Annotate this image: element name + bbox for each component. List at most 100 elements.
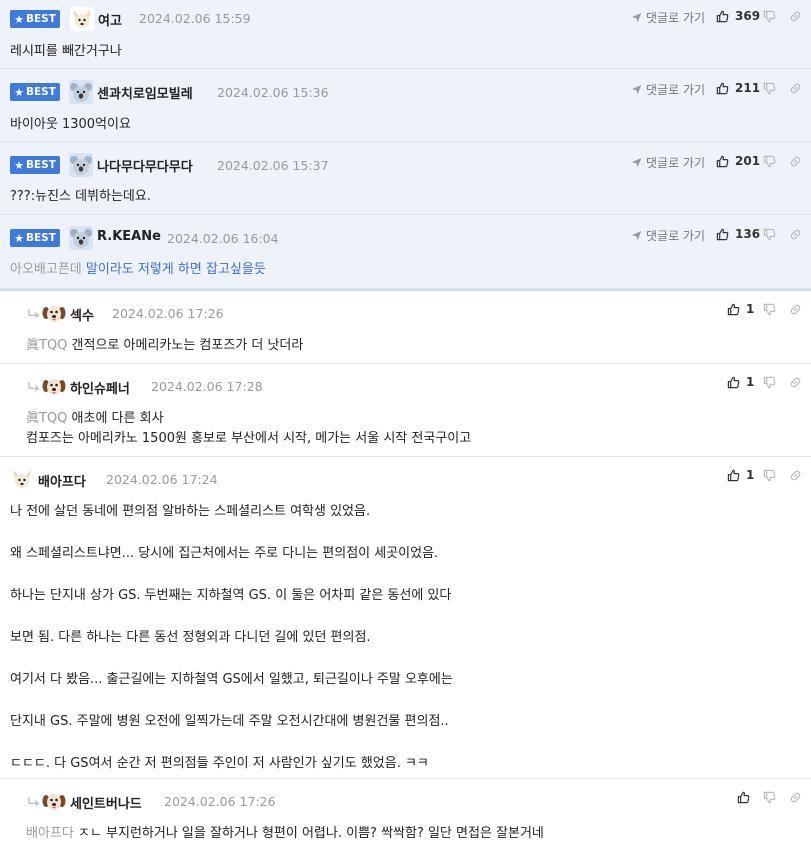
comment-author[interactable]: 하인슈페너 xyxy=(70,378,130,397)
link-icon[interactable] xyxy=(789,376,802,389)
comment-date: 2024.02.06 15:37 xyxy=(217,158,329,173)
send-icon xyxy=(631,157,642,168)
avatar[interactable] xyxy=(69,153,93,177)
comment-date: 2024.02.06 17:26 xyxy=(112,306,224,321)
link-icon[interactable] xyxy=(789,10,802,23)
link-icon[interactable] xyxy=(789,82,802,95)
comment-text: 아오배고픈데 말이라도 저렇게 하면 잡고싶을듯 xyxy=(10,262,266,277)
like-button[interactable]: 369 xyxy=(716,9,760,23)
comment-author[interactable]: R.KEANe xyxy=(97,229,161,244)
comment-author[interactable]: 여고 xyxy=(98,10,122,29)
star-icon: ★ xyxy=(14,12,24,26)
thumbs-up-icon xyxy=(716,10,729,23)
comment-text: 眞TQQ 갠적으로 아메리카노는 컴포즈가 더 낫더라 xyxy=(26,338,304,353)
best-comment-2: ★ BEST 센과치로임모빌레 2024.02.06 15:36 댓글로 가기 2… xyxy=(0,69,811,142)
comment-date: 2024.02.06 17:26 xyxy=(164,794,276,809)
link-icon[interactable] xyxy=(789,155,802,168)
avatar[interactable] xyxy=(70,7,94,31)
reply-comment: 세인트버나드 2024.02.06 17:26 배아프다 ㅈㄴ 부지런하거나 일… xyxy=(0,779,811,853)
comment-text-line: ㄷㄷㄷ. 다 GS여서 순간 저 편의점들 주인이 저 사람인가 싶기도 했었음… xyxy=(10,756,429,771)
comment-text-line: 보면 됨. 다른 하나는 다른 동선 정형외과 다니던 길에 있던 편의점. xyxy=(10,630,371,645)
avatar[interactable] xyxy=(10,467,34,491)
goto-comment-link[interactable]: 댓글로 가기 xyxy=(631,81,705,98)
reply-arrow-icon xyxy=(27,381,40,392)
best-comment-1: ★ BEST 여고 2024.02.06 15:59 댓글로 가기 369 레시피… xyxy=(0,0,811,69)
comment-text-line: 하나는 단지내 상가 GS. 두번째는 지하철역 GS. 이 둘은 어차피 같은… xyxy=(10,588,452,603)
comment-text: ???:뉴진스 데뷔하는데요. xyxy=(10,189,151,204)
thumbs-up-icon xyxy=(716,155,729,168)
comment-text-line: 여기서 다 봤음... 출근길에는 지하철역 GS에서 일했고, 퇴근길이나 주… xyxy=(10,672,453,687)
thumbs-down-icon[interactable] xyxy=(763,155,776,168)
reply-comment: 하인슈페너 2024.02.06 17:28 1 眞TQQ 애초에 다른 회사 … xyxy=(0,364,811,457)
link-icon[interactable] xyxy=(789,228,802,241)
thumbs-down-icon[interactable] xyxy=(763,376,776,389)
thumbs-up-icon xyxy=(716,82,729,95)
thumbs-down-icon[interactable] xyxy=(763,228,776,241)
comment-author[interactable]: 나다무다무다무다 xyxy=(97,156,193,175)
goto-comment-link[interactable]: 댓글로 가기 xyxy=(631,9,705,26)
thumbs-down-icon[interactable] xyxy=(763,10,776,23)
goto-comment-link[interactable]: 댓글로 가기 xyxy=(631,227,705,244)
send-icon xyxy=(631,230,642,241)
reply-arrow-icon xyxy=(27,308,40,319)
avatar[interactable] xyxy=(42,374,66,398)
reply-target[interactable]: 眞TQQ xyxy=(26,338,67,353)
thumbs-down-icon[interactable] xyxy=(763,469,776,482)
best-comment-4: ★ BEST R.KEANe 2024.02.06 16:04 댓글로 가기 13… xyxy=(0,215,811,289)
like-button[interactable]: 136 xyxy=(716,227,760,241)
reply-arrow-icon xyxy=(27,796,40,807)
comment-date: 2024.02.06 15:36 xyxy=(217,85,329,100)
like-button[interactable]: 201 xyxy=(716,154,760,168)
send-icon xyxy=(631,12,642,23)
comment-author[interactable]: 배아프다 xyxy=(38,471,86,490)
thumbs-down-icon[interactable] xyxy=(763,303,776,316)
comment-author[interactable]: 섹수 xyxy=(70,305,94,324)
comment-text: 레시피를 빼간거구나 xyxy=(10,44,122,59)
star-icon: ★ xyxy=(14,231,24,245)
like-button[interactable]: 1 xyxy=(727,375,754,389)
comment-text-line: 나 전에 살던 동네에 편의점 알바하는 스페셜리스트 여학생 있었음. xyxy=(10,504,371,519)
comment-text: 眞TQQ 애초에 다른 회사 xyxy=(26,411,164,426)
avatar[interactable] xyxy=(69,80,93,104)
thumbs-up-icon[interactable] xyxy=(737,791,750,804)
reply-target[interactable]: 아오배고픈데 xyxy=(10,262,82,277)
like-button[interactable]: 1 xyxy=(727,468,754,482)
comment-text: 바이아웃 1300억이요 xyxy=(10,117,131,132)
star-icon: ★ xyxy=(14,158,24,172)
reply-target[interactable]: 배아프다 xyxy=(26,826,74,841)
comment: 배아프다 2024.02.06 17:24 1 나 전에 살던 동네에 편의점 … xyxy=(0,457,811,779)
thumbs-up-icon xyxy=(727,376,740,389)
thumbs-down-icon[interactable] xyxy=(763,791,776,804)
best-badge: ★ BEST xyxy=(10,156,60,174)
like-button[interactable]: 211 xyxy=(716,81,760,95)
best-badge: ★ BEST xyxy=(10,10,60,28)
best-badge: ★ BEST xyxy=(10,83,60,101)
comment-date: 2024.02.06 15:59 xyxy=(139,11,251,26)
thumbs-up-icon xyxy=(727,303,740,316)
comment-author[interactable]: 세인트버나드 xyxy=(70,793,142,812)
reply-target[interactable]: 眞TQQ xyxy=(26,411,67,426)
comment-date: 2024.02.06 16:04 xyxy=(167,231,279,246)
best-comment-3: ★ BEST 나다무다무다무다 2024.02.06 15:37 댓글로 가기 2… xyxy=(0,142,811,215)
comment-text: 배아프다 ㅈㄴ 부지런하거나 일을 잘하거나 형편이 어렵나. 이쁨? 싹싹함?… xyxy=(26,826,544,841)
send-icon xyxy=(631,84,642,95)
thumbs-down-icon[interactable] xyxy=(763,82,776,95)
best-badge: ★ BEST xyxy=(10,229,60,247)
thumbs-up-icon xyxy=(716,228,729,241)
avatar[interactable] xyxy=(42,789,66,813)
goto-comment-link[interactable]: 댓글로 가기 xyxy=(631,154,705,171)
comment-text-line: 단지내 GS. 주말에 병원 오전에 일찍가는데 주말 오전시간대에 병원건물 … xyxy=(10,714,449,729)
like-button[interactable]: 1 xyxy=(727,302,754,316)
avatar[interactable] xyxy=(42,301,66,325)
link-icon[interactable] xyxy=(789,791,802,804)
star-icon: ★ xyxy=(14,85,24,99)
link-icon[interactable] xyxy=(789,469,802,482)
comment-date: 2024.02.06 17:24 xyxy=(106,472,218,487)
avatar[interactable] xyxy=(69,226,93,250)
comment-date: 2024.02.06 17:28 xyxy=(151,379,263,394)
link-icon[interactable] xyxy=(789,303,802,316)
comment-text-line: 컴포즈는 아메리카노 1500원 홍보로 부산에서 시작, 메가는 서울 시작 … xyxy=(26,431,472,446)
comment-author[interactable]: 센과치로임모빌레 xyxy=(97,83,193,102)
comment-text-line: 왜 스페셜리스트냐면... 당시에 집근처에서는 주로 다니는 편의점이 세곳이… xyxy=(10,546,439,561)
reply-comment: 섹수 2024.02.06 17:26 1 眞TQQ 갠적으로 아메리카노는 컴… xyxy=(0,291,811,364)
